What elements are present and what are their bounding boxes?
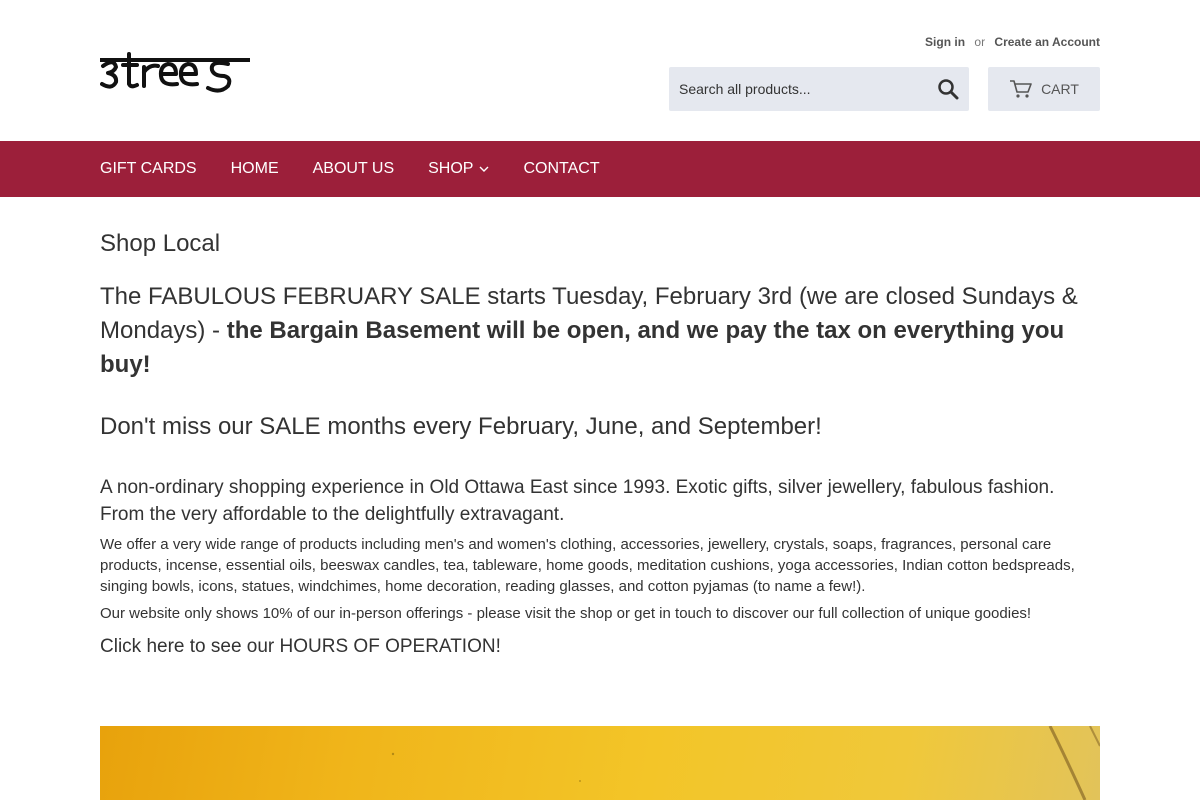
sale-announcement: The FABULOUS FEBRUARY SALE starts Tuesda… [100, 280, 1100, 382]
main-content: Shop Local The FABULOUS FEBRUARY SALE st… [100, 226, 1100, 660]
cart-button[interactable]: CART [988, 67, 1100, 111]
nav-item-label: GIFT CARDS [100, 160, 197, 177]
search-input[interactable] [669, 67, 921, 111]
sale-text-bold: the Bargain Basement will be open, and w… [100, 317, 1065, 378]
search-button[interactable] [935, 77, 961, 103]
nav-item-label: HOME [230, 160, 279, 177]
logo-wordmark [100, 52, 250, 93]
sale-months-text: Don't miss our SALE months every Februar… [100, 413, 822, 440]
page-title: Shop Local [100, 230, 221, 257]
cart-label: CART [1041, 81, 1079, 97]
create-account-link[interactable]: Create an Account [994, 35, 1100, 49]
sign-in-link[interactable]: Sign in [925, 35, 965, 49]
nav-item-gift-cards[interactable]: GIFT CARDS [100, 160, 197, 178]
nav-item-label: CONTACT [523, 160, 600, 177]
site-header: Sign in or Create an Account CART [0, 0, 1200, 141]
nav-item-label: ABOUT US [312, 160, 395, 177]
website-note: Our website only shows 10% of our in-per… [100, 605, 1032, 622]
account-links: Sign in or Create an Account [925, 34, 1100, 50]
offer-text: We offer a very wide range of products i… [100, 536, 1075, 595]
banner-texture [391, 726, 1100, 800]
site-logo[interactable] [100, 50, 252, 94]
nav-item-shop[interactable]: SHOP [428, 160, 489, 178]
nav-item-contact[interactable]: CONTACT [523, 160, 599, 178]
main-nav: GIFT CARDS HOME ABOUT US SHOP CONTACT [0, 141, 1200, 197]
nav-item-about-us[interactable]: ABOUT US [313, 160, 395, 178]
search-form [669, 67, 969, 111]
nav-list: GIFT CARDS HOME ABOUT US SHOP CONTACT [100, 141, 634, 197]
hero-banner-image [100, 726, 1100, 800]
chevron-down-icon [479, 166, 489, 172]
intro-text: A non-ordinary shopping experience in Ol… [100, 477, 1055, 525]
cart-icon [1010, 80, 1032, 98]
nav-item-label: SHOP [428, 160, 474, 177]
account-separator: or [974, 35, 986, 49]
search-icon [938, 78, 959, 99]
hours-link[interactable]: Click here to see our HOURS OF OPERATION… [100, 634, 501, 660]
nav-item-home[interactable]: HOME [231, 160, 279, 178]
